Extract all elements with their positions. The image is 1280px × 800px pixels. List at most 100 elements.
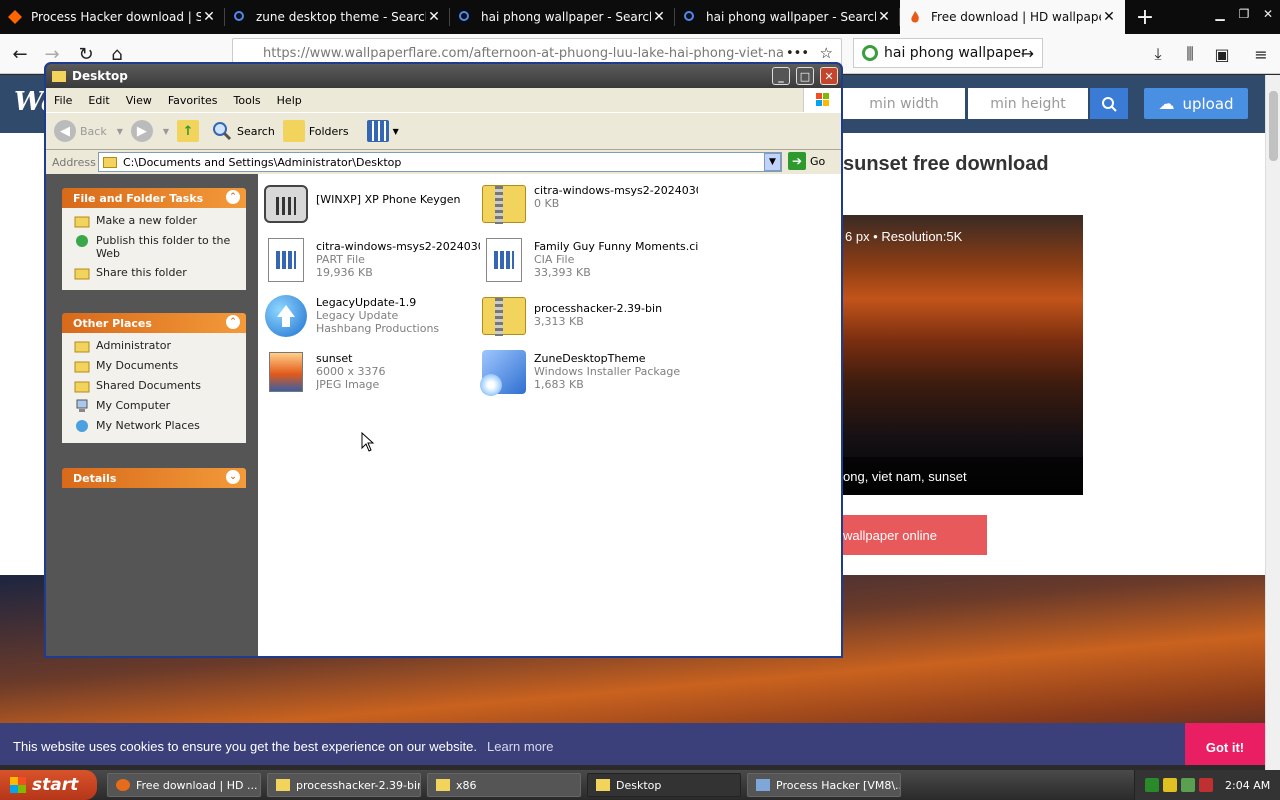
folders-label: Folders <box>308 124 349 138</box>
expand-icon[interactable]: ⌄ <box>226 470 240 484</box>
tab-haiphong-images[interactable]: hai phong wallpaper - Search Images ✕ <box>675 0 900 34</box>
back-arrow-icon[interactable]: ← <box>6 40 34 68</box>
bookmark-star-icon[interactable]: ☆ <box>820 44 833 62</box>
views-button[interactable]: ▼ <box>366 116 399 146</box>
close-tab-icon[interactable]: ✕ <box>201 9 217 25</box>
taskbar-item-desktop[interactable]: Desktop <box>587 773 741 797</box>
download-icon[interactable]: ⤓ <box>1147 44 1169 64</box>
task-label: Free download | HD ... <box>136 778 258 792</box>
page-scrollbar[interactable] <box>1265 75 1280 770</box>
up-folder-button[interactable]: ↑ <box>177 116 203 146</box>
network-tray-icon[interactable] <box>1181 778 1195 792</box>
min-height-input[interactable]: min height <box>968 88 1088 119</box>
details-header[interactable]: Details ⌄ <box>62 468 246 488</box>
upload-label: upload <box>1182 94 1234 113</box>
address-bar: Address C:\Documents and Settings\Admini… <box>46 150 841 174</box>
search-value: hai phong wallpaper <box>884 45 1027 61</box>
menu-edit[interactable]: Edit <box>80 94 117 107</box>
site-search-button[interactable] <box>1090 88 1128 119</box>
dropdown-arrow-icon[interactable]: ▼ <box>117 127 123 136</box>
tab-zune-search[interactable]: zune desktop theme - Search ✕ <box>225 0 450 34</box>
file-folder-tasks-header[interactable]: File and Folder Tasks ⌃ <box>62 188 246 208</box>
search-icon <box>683 10 697 24</box>
go-button[interactable]: ➔ Go <box>788 152 825 170</box>
address-dropdown-icon[interactable]: ▼ <box>764 153 781 171</box>
file-size: 0 KB <box>534 197 560 210</box>
place-my-computer[interactable]: My Computer <box>74 399 238 413</box>
close-tab-icon[interactable]: ✕ <box>1101 9 1117 25</box>
menu-favorites[interactable]: Favorites <box>160 94 226 107</box>
menu-icon[interactable]: ≡ <box>1250 44 1272 64</box>
min-width-input[interactable]: min width <box>843 88 965 119</box>
maximize-icon[interactable]: □ <box>796 67 814 85</box>
file-item[interactable]: LegacyUpdate-1.9 Legacy Update Hashbang Pr… <box>262 292 480 348</box>
explorer-title: Desktop <box>72 69 128 83</box>
phone-icon <box>262 180 310 228</box>
search-button[interactable]: Search <box>211 116 275 146</box>
tab-wallpaperflare[interactable]: Free download | HD wallpaper: afternoon … <box>900 0 1125 34</box>
file-item[interactable]: ZuneDesktopTheme Windows Installer Packag… <box>480 348 698 404</box>
task-make-new-folder[interactable]: Make a new folder <box>74 214 238 228</box>
task-publish-web[interactable]: Publish this folder to the Web <box>74 234 238 260</box>
file-item[interactable]: citra-windows-msys2-2024030... PART File 1… <box>262 236 480 292</box>
clock[interactable]: 2:04 AM <box>1225 779 1270 792</box>
close-tab-icon[interactable]: ✕ <box>426 9 442 25</box>
minimize-icon[interactable]: _ <box>772 67 790 85</box>
place-my-network-places[interactable]: My Network Places <box>74 419 238 433</box>
new-tab-button[interactable]: + <box>1125 0 1165 34</box>
taskbar-item-x86[interactable]: x86 <box>427 773 581 797</box>
search-go-icon[interactable]: → <box>1021 44 1034 63</box>
collapse-icon[interactable]: ⌃ <box>226 315 240 329</box>
taskbar-item-firefox[interactable]: Free download | HD ... <box>107 773 261 797</box>
dropdown-arrow-icon[interactable]: ▼ <box>163 127 169 136</box>
task-share-folder[interactable]: Share this folder <box>74 266 238 280</box>
taskbar: start Free download | HD ... processhack… <box>0 770 1280 800</box>
place-administrator[interactable]: Administrator <box>74 339 238 353</box>
forward-button[interactable]: ▶ ▼ <box>130 116 169 146</box>
restore-icon[interactable]: ❐ <box>1232 0 1256 28</box>
menu-tools[interactable]: Tools <box>226 94 269 107</box>
file-item[interactable]: sunset 6000 x 3376 JPEG Image <box>262 348 480 404</box>
library-icon[interactable]: ⫼ <box>1179 44 1201 64</box>
upload-button[interactable]: ☁ upload <box>1144 88 1248 119</box>
page-actions-icon[interactable]: ••• <box>786 46 809 61</box>
menu-file[interactable]: File <box>46 94 80 107</box>
tab-process-hacker[interactable]: Process Hacker download | SourceForge ✕ <box>0 0 225 34</box>
close-icon[interactable]: ✕ <box>1256 0 1280 28</box>
close-tab-icon[interactable]: ✕ <box>651 9 667 25</box>
browser-search-input[interactable]: hai phong wallpaper → <box>853 38 1043 68</box>
tab-haiphong-search[interactable]: hai phong wallpaper - Search ✕ <box>450 0 675 34</box>
cookie-learn-more-link[interactable]: Learn more <box>487 739 553 754</box>
menu-view[interactable]: View <box>118 94 160 107</box>
scrollbar-thumb[interactable] <box>1269 91 1278 161</box>
start-button[interactable]: start <box>0 770 97 800</box>
close-tab-icon[interactable]: ✕ <box>876 9 892 25</box>
file-list: [WINXP] XP Phone Keygen citra-windows-ms… <box>258 174 841 656</box>
other-places-header[interactable]: Other Places ⌃ <box>62 313 246 333</box>
wallpaper-online-button[interactable]: wallpaper online <box>843 515 987 555</box>
taskbar-item-processhacker-folder[interactable]: processhacker-2.39-bin <box>267 773 421 797</box>
back-button[interactable]: ◀ Back ▼ <box>54 116 123 146</box>
address-input[interactable]: C:\Documents and Settings\Administrator\… <box>98 152 782 172</box>
shield-tray-icon[interactable] <box>1163 778 1177 792</box>
menu-help[interactable]: Help <box>269 94 310 107</box>
explorer-title-bar[interactable]: Desktop _ □ ✕ <box>46 64 841 88</box>
file-item[interactable]: processhacker-2.39-bin 3,313 KB <box>480 292 698 348</box>
security-tray-icon[interactable] <box>1199 778 1213 792</box>
place-shared-documents[interactable]: Shared Documents <box>74 379 238 393</box>
sidebar-icon[interactable]: ▣ <box>1211 44 1233 64</box>
cookie-accept-button[interactable]: Got it! <box>1185 723 1265 765</box>
page-title: sunset free download <box>843 153 1049 175</box>
wallpaper-preview[interactable]: 6 px • Resolution:5K ong, viet nam, suns… <box>843 215 1083 495</box>
taskbar-item-process-hacker[interactable]: Process Hacker [VM8\... <box>747 773 901 797</box>
folders-button[interactable]: Folders <box>282 116 349 146</box>
process-hacker-tray-icon[interactable] <box>1145 778 1159 792</box>
file-item[interactable]: Family Guy Funny Moments.cia CIA File 33,3… <box>480 236 698 292</box>
collapse-icon[interactable]: ⌃ <box>226 190 240 204</box>
close-icon[interactable]: ✕ <box>820 67 838 85</box>
file-item[interactable]: [WINXP] XP Phone Keygen <box>262 180 480 236</box>
file-item[interactable]: citra-windows-msys2-2024030... 0 KB <box>480 180 698 236</box>
file-size: 1,683 KB <box>534 378 584 391</box>
place-my-documents[interactable]: My Documents <box>74 359 238 373</box>
minimize-icon[interactable]: ▁ <box>1208 0 1232 28</box>
